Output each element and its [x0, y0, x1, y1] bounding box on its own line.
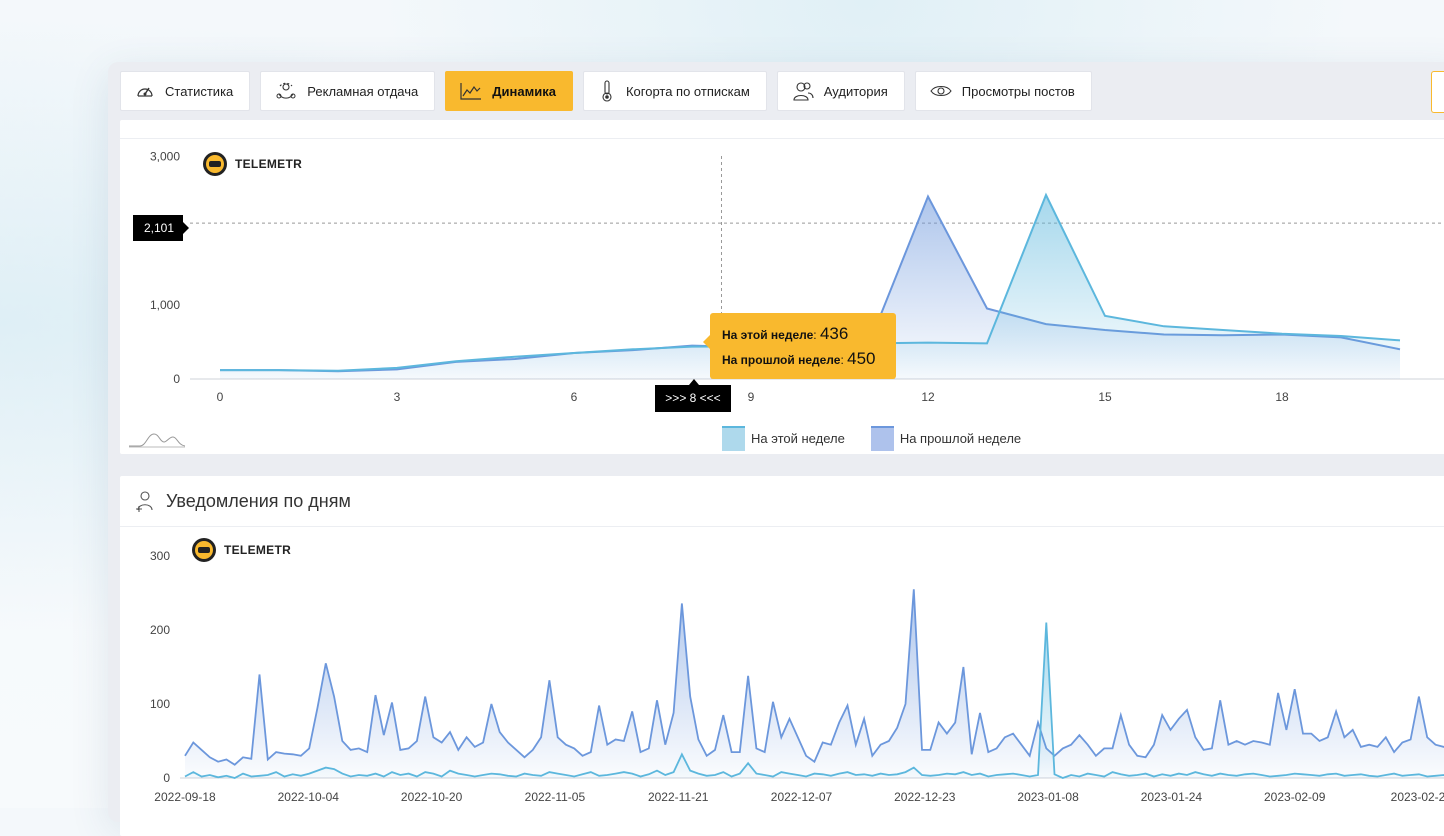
area-chart-icon: [460, 83, 482, 100]
telemetr-logo: TELEMETR: [203, 152, 302, 176]
legend-label: На этой неделе: [751, 431, 845, 446]
y-tick-label: 1,000: [150, 298, 180, 312]
tooltip-this-label: На этой неделе: [722, 328, 814, 342]
x-tick-label: 2022-11-21: [648, 790, 709, 804]
x-tick-label: 2022-11-05: [525, 790, 586, 804]
telemetr-logo: TELEMETR: [192, 538, 291, 562]
x-tick-label: 0: [217, 390, 224, 404]
x-tick-label: 6: [571, 390, 578, 404]
x-tick-label: 2023-01-08: [1017, 790, 1079, 804]
eye-icon: [930, 85, 952, 97]
panel-header-strip: [120, 120, 1444, 139]
x-tick-label: 15: [1098, 390, 1112, 404]
tab-dynamics[interactable]: Динамика: [445, 71, 573, 111]
weekly-comparison-chart: 0 1,000 3,000 0 3 6 9 12 15 18 TELEMETR: [150, 149, 1444, 404]
notifications-chart-panel: Уведомления по дням 0 100 200 300 2022-09-18…: [120, 476, 1444, 836]
user-plus-icon: [136, 491, 153, 512]
x-tick-label: 9: [748, 390, 755, 404]
y-tick-label: 3,000: [150, 149, 180, 163]
chart-tooltip: На этой неделе: 436 На прошлой неделе: 4…: [703, 313, 896, 379]
x-tick-label: 3: [394, 390, 401, 404]
crosshair-x-label: >>> 8 <<<: [655, 379, 731, 412]
tooltip-last-label: На прошлой неделе: [722, 353, 841, 367]
app-window: Статистика Рекламная отдача Динамика Ког…: [108, 62, 1444, 836]
logo-mark: [209, 161, 221, 167]
tooltip-this-value: 436: [819, 324, 849, 343]
tab-post-views[interactable]: Просмотры постов: [914, 71, 1092, 111]
users-icon: [793, 82, 814, 101]
tab-audience[interactable]: Аудитория: [776, 71, 905, 111]
legend-item-last-week[interactable]: На прошлой неделе: [870, 426, 1022, 451]
x-tick-label: 2022-10-20: [401, 790, 463, 804]
tab-statistics[interactable]: Статистика: [120, 71, 251, 111]
tab-label: Рекламная отдача: [307, 83, 419, 99]
panel-title: Уведомления по дням: [166, 490, 351, 511]
legend-swatch: [870, 426, 894, 451]
tab-label: Просмотры постов: [961, 83, 1075, 99]
action-button-edge[interactable]: [1431, 71, 1444, 113]
notifications-chart: 0 100 200 300 2022-09-18 2022-10-04 2022-10-20…: [150, 538, 1444, 804]
tab-label: Аудитория: [823, 83, 888, 99]
legend-swatch: [722, 426, 745, 451]
tooltip-row-this-week: На этой неделе: 436: [722, 324, 849, 343]
tab-cohort[interactable]: Когорта по отпискам: [582, 71, 767, 111]
speedometer-icon: [137, 87, 153, 97]
y-tick-label: 300: [150, 549, 170, 563]
tooltip-row-last-week: На прошлой неделе: 450: [722, 349, 876, 368]
logo-text: TELEMETR: [235, 157, 302, 171]
tooltip-last-value: 450: [847, 349, 876, 368]
y-tick-label: 0: [173, 372, 180, 386]
x-tick-label: 12: [921, 390, 935, 404]
logo-mark: [198, 547, 210, 553]
crosshair-y-label: 2,101: [133, 215, 189, 241]
legend-label: На прошлой неделе: [899, 431, 1022, 446]
y-tick-label: 200: [150, 623, 170, 637]
thermometer-icon: [602, 80, 612, 102]
x-tick-label: 2023-02-2: [1391, 790, 1444, 804]
y-tick-label: 100: [150, 697, 170, 711]
chart-legend: На этой неделе На прошлой неделе: [722, 426, 1047, 451]
x-tick-label: 2022-12-23: [894, 790, 956, 804]
panel-header: Уведомления по дням: [120, 476, 1444, 527]
logo-text: TELEMETR: [224, 543, 291, 557]
tab-ad-return[interactable]: Рекламная отдача: [260, 71, 436, 111]
tab-bar: Статистика Рекламная отдача Динамика Ког…: [120, 71, 1102, 111]
user-cycle-icon: [276, 82, 296, 99]
tab-label: Статистика: [165, 83, 234, 99]
x-tick-label: 2023-02-09: [1264, 790, 1326, 804]
dynamics-chart-panel: 0 1,000 3,000 0 3 6 9 12 15 18 TELEMETR 2,101 >>> …: [120, 120, 1444, 454]
tab-label: Когорта по отпискам: [625, 83, 750, 99]
series-area: [185, 589, 1444, 778]
x-tick-label: 2022-10-04: [278, 790, 340, 804]
tab-label: Динамика: [492, 83, 556, 99]
y-tick-label: 0: [163, 771, 170, 785]
legend-item-this-week[interactable]: На этой неделе: [722, 426, 845, 451]
x-tick-label: 18: [1275, 390, 1289, 404]
x-tick-label: 2023-01-24: [1141, 790, 1203, 804]
x-tick-label: 2022-12-07: [771, 790, 833, 804]
x-tick-label: 2022-09-18: [154, 790, 216, 804]
chart-navigator-icon[interactable]: [128, 430, 186, 448]
